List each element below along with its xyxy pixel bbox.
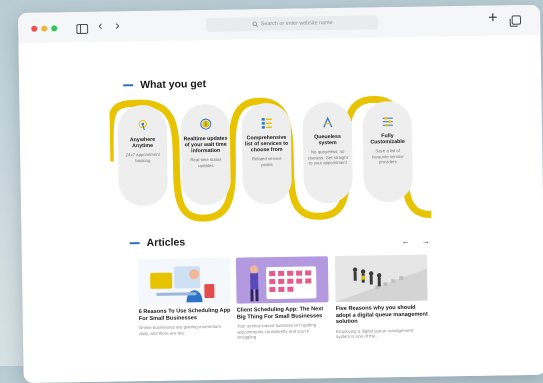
feature-title: Anywhere Anytime	[120, 137, 165, 150]
article-title[interactable]: Five Reasons why you should adopt a digi…	[336, 305, 428, 326]
feature-desc: No queueless, no clueless. Get straight …	[307, 149, 348, 166]
feature-card-services: Comprehensive list of services to choose…	[241, 103, 292, 205]
sidebar-icon[interactable]	[76, 21, 88, 39]
feature-card-customizable: Fully Customizable Save a list of favour…	[362, 101, 413, 203]
next-arrow-icon[interactable]: →	[422, 237, 430, 246]
prev-arrow-icon[interactable]: ←	[402, 237, 410, 246]
touch-icon	[136, 119, 148, 131]
heading-accent	[123, 84, 133, 86]
feature-desc: Related service points	[246, 156, 287, 168]
article-thumbnail	[335, 255, 428, 302]
feature-title: Fully Customizable	[365, 133, 410, 146]
plus-icon[interactable]: +	[488, 10, 498, 26]
heading-accent	[130, 242, 140, 244]
feature-desc: Real-time status updates	[185, 157, 226, 169]
article-carousel-controls: ←→	[402, 236, 442, 246]
article-desc: Employing a digital queue management sys…	[336, 327, 428, 340]
article-card[interactable]: 6 Reasons To Use Scheduling App For Smal…	[138, 258, 231, 337]
sliders-icon	[381, 115, 393, 127]
browser-window: ‹ › Search or enter website name + What …	[18, 5, 543, 383]
article-card[interactable]: Five Reasons why you should adopt a digi…	[335, 255, 428, 340]
maximize-window-button[interactable]	[51, 25, 57, 31]
feature-card-queueless: Queueless system No queueless, no cluele…	[302, 102, 353, 204]
feature-title: Queueless system	[305, 134, 350, 147]
address-placeholder: Search or enter website name	[261, 20, 333, 27]
feature-desc: Save a list of favourite service provide…	[367, 148, 408, 165]
feature-desc: 24x7 appointment booking	[122, 152, 163, 164]
feature-card-realtime: Realtime updates of your wait time infor…	[180, 104, 231, 206]
info-icon	[199, 118, 211, 130]
minimize-window-button[interactable]	[41, 26, 47, 32]
what-you-get-heading: What you get	[123, 78, 206, 91]
page-content: What you get Anywhere Anytime 24x7 appoi…	[18, 35, 543, 383]
tabs-icon[interactable]	[509, 14, 521, 32]
feature-title: Comprehensive list of services to choose…	[244, 135, 289, 154]
list-icon	[260, 117, 272, 129]
article-desc: Online businesses are gaining momentum d…	[139, 324, 231, 337]
article-title[interactable]: 6 Reasons To Use Scheduling App For Smal…	[139, 308, 231, 323]
article-card[interactable]: Client Scheduling App: The Next Big Thin…	[236, 256, 329, 340]
queue-icon	[321, 116, 333, 128]
address-bar[interactable]: Search or enter website name	[206, 15, 378, 32]
article-desc: Your service-based business isn't gettin…	[237, 322, 329, 340]
feature-title: Realtime updates of your wait time infor…	[183, 136, 228, 155]
article-title[interactable]: Client Scheduling App: The Next Big Thin…	[237, 306, 329, 321]
close-window-button[interactable]	[31, 26, 37, 32]
search-icon	[252, 21, 258, 27]
article-thumbnail	[138, 258, 231, 305]
forward-icon[interactable]: ›	[115, 18, 120, 32]
back-icon[interactable]: ‹	[98, 19, 103, 33]
article-thumbnail	[236, 256, 329, 303]
articles-heading: Articles	[130, 236, 186, 249]
feature-card-anywhere: Anywhere Anytime 24x7 appointment bookin…	[117, 105, 168, 207]
